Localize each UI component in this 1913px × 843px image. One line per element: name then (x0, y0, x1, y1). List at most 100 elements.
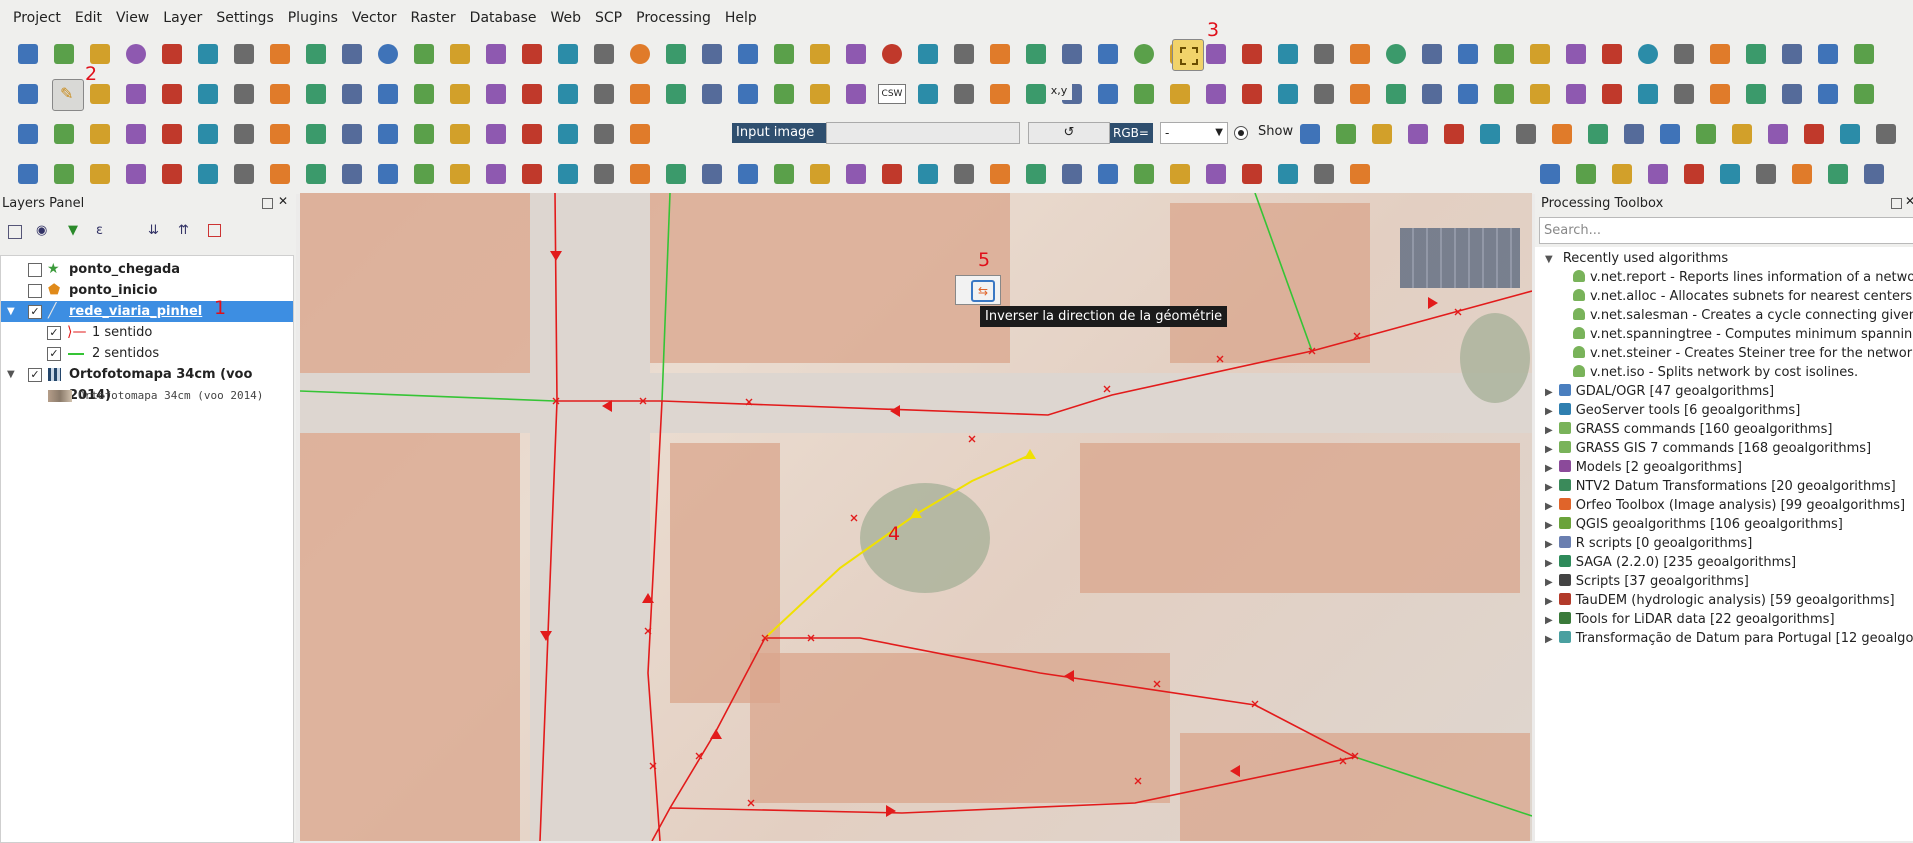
add-wms-icon[interactable] (414, 44, 434, 64)
node-tool-icon[interactable] (198, 84, 218, 104)
plugin-icon[interactable] (738, 84, 758, 104)
refresh-icon[interactable] (954, 44, 974, 64)
paste-features-icon[interactable] (342, 84, 362, 104)
expand-triangle-icon[interactable]: ▶ (1545, 482, 1553, 493)
composer-manager-icon[interactable] (198, 44, 218, 64)
scp-dock-icon[interactable] (18, 124, 38, 144)
parallel-icon[interactable] (738, 164, 758, 184)
arc-icon[interactable] (810, 164, 830, 184)
help-icon[interactable] (1098, 164, 1118, 184)
add-wcs-icon[interactable] (450, 44, 470, 64)
pin-labels-icon[interactable] (1242, 84, 1262, 104)
add-raster-icon[interactable] (270, 44, 290, 64)
save-project-icon[interactable] (1530, 44, 1550, 64)
new-project-icon[interactable] (1458, 44, 1478, 64)
expression-filter-icon[interactable]: ε (96, 223, 103, 238)
add-raster-icon[interactable] (1710, 44, 1730, 64)
circle-icon[interactable] (1350, 164, 1370, 184)
scp-tools-icon[interactable] (1696, 124, 1716, 144)
zoom-actual-icon[interactable] (738, 44, 758, 64)
menu-help[interactable]: Help (718, 0, 764, 36)
toggle-editing-icon[interactable] (1710, 84, 1730, 104)
move-label-icon[interactable] (1314, 84, 1334, 104)
move-feature-icon[interactable] (1818, 84, 1838, 104)
menu-scp[interactable]: SCP (588, 0, 629, 36)
scp-refresh-button[interactable]: ↺ (1028, 122, 1110, 144)
algorithm-provider-group[interactable]: ▶ Transformação de Datum para Portugal [1… (1545, 629, 1913, 648)
expand-triangle-icon[interactable]: ▶ (1545, 463, 1553, 474)
copy-features-icon[interactable] (306, 84, 326, 104)
measure-icon[interactable] (1206, 44, 1226, 64)
zoom-in-icon[interactable] (666, 44, 686, 64)
python-console-icon[interactable] (1422, 44, 1442, 64)
globe-icon[interactable] (630, 84, 650, 104)
sql-icon[interactable] (1648, 164, 1668, 184)
annotation-icon[interactable] (1242, 44, 1262, 64)
measure-line-icon[interactable] (1278, 164, 1298, 184)
pan-to-selection-icon[interactable] (630, 44, 650, 64)
composer-manager-icon[interactable] (1638, 44, 1658, 64)
undo-icon[interactable] (162, 164, 182, 184)
polygon-icon[interactable] (342, 164, 362, 184)
toolbox-search-input[interactable]: Search... (1539, 217, 1913, 244)
algorithm-provider-group[interactable]: ▶ Tools for LiDAR data [22 geoalgorithms] (1545, 610, 1835, 629)
float-panel-icon[interactable] (262, 198, 273, 209)
delete-selected-icon[interactable] (234, 84, 254, 104)
new-print-composer-icon[interactable] (1602, 44, 1622, 64)
recent-algorithm-item[interactable]: v.net.steiner - Creates Steiner tree for… (1573, 344, 1913, 363)
measure-line-icon[interactable] (234, 164, 254, 184)
globe-icon[interactable] (1458, 84, 1478, 104)
merge-features-icon[interactable] (486, 124, 506, 144)
scp-postprocessing-icon[interactable] (1444, 124, 1464, 144)
fill-ring-icon[interactable] (234, 124, 254, 144)
open-project-icon[interactable] (1494, 44, 1514, 64)
magnifier-icon[interactable] (1684, 164, 1704, 184)
select-features-active-button[interactable] (1172, 39, 1204, 71)
show-labels-icon[interactable] (450, 84, 470, 104)
scale-icon[interactable] (594, 164, 614, 184)
add-spatialite-icon[interactable] (1782, 44, 1802, 64)
select-by-line-icon[interactable] (90, 164, 110, 184)
plugin-icon[interactable] (1566, 84, 1586, 104)
statistics-icon[interactable] (1134, 44, 1154, 64)
map-tips-icon[interactable] (1386, 44, 1406, 64)
legend-row-2-sentidos[interactable]: ✓ 2 sentidos (1, 343, 293, 364)
add-vector-icon[interactable] (1674, 44, 1694, 64)
eye-icon[interactable]: ◉ (36, 223, 47, 238)
menu-project[interactable]: Project (6, 0, 68, 36)
layer-visibility-checkbox[interactable] (28, 263, 42, 277)
scp-postprocessing-icon[interactable] (1768, 124, 1788, 144)
save-edits-icon[interactable] (1746, 84, 1766, 104)
rotate-label-icon[interactable] (522, 84, 542, 104)
database-icon[interactable] (594, 84, 614, 104)
algorithm-provider-group[interactable]: ▶ SAGA (2.2.0) [235 geoalgorithms] (1545, 553, 1796, 572)
move-feature-icon[interactable] (990, 84, 1010, 104)
expand-triangle-icon[interactable]: ▼ (7, 301, 15, 322)
add-mssql-icon[interactable] (1818, 44, 1838, 64)
digitize-icon[interactable] (1026, 164, 1046, 184)
expand-triangle-icon[interactable]: ▶ (1545, 577, 1553, 588)
recent-algorithm-item[interactable]: v.net.report - Reports lines information… (1573, 268, 1913, 287)
zoom-to-layer-icon[interactable] (846, 44, 866, 64)
stamp-icon[interactable] (450, 164, 470, 184)
scp-show-radio[interactable] (1234, 126, 1248, 140)
grid-icon[interactable] (1638, 84, 1658, 104)
expand-triangle-icon[interactable]: ▶ (1545, 425, 1553, 436)
save-project-icon[interactable] (90, 44, 110, 64)
menu-vector[interactable]: Vector (345, 0, 404, 36)
expand-triangle-icon[interactable]: ▶ (1545, 520, 1553, 531)
menu-edit[interactable]: Edit (68, 0, 109, 36)
scp-raster-select[interactable] (826, 122, 1020, 144)
no-edit-icon[interactable] (522, 164, 542, 184)
menu-view[interactable]: View (109, 0, 156, 36)
change-label-icon[interactable] (558, 84, 578, 104)
cut-features-icon[interactable] (270, 84, 290, 104)
menu-raster[interactable]: Raster (404, 0, 463, 36)
scp-band-calc-icon[interactable] (1480, 124, 1500, 144)
algorithm-provider-group[interactable]: ▶ GRASS commands [160 geoalgorithms] (1545, 420, 1832, 439)
zoom-to-selection-icon[interactable] (810, 44, 830, 64)
fillet-icon[interactable] (918, 164, 938, 184)
pan-icon[interactable] (594, 44, 614, 64)
zoom-last-icon[interactable] (882, 44, 902, 64)
copy-features-icon[interactable] (1134, 84, 1154, 104)
